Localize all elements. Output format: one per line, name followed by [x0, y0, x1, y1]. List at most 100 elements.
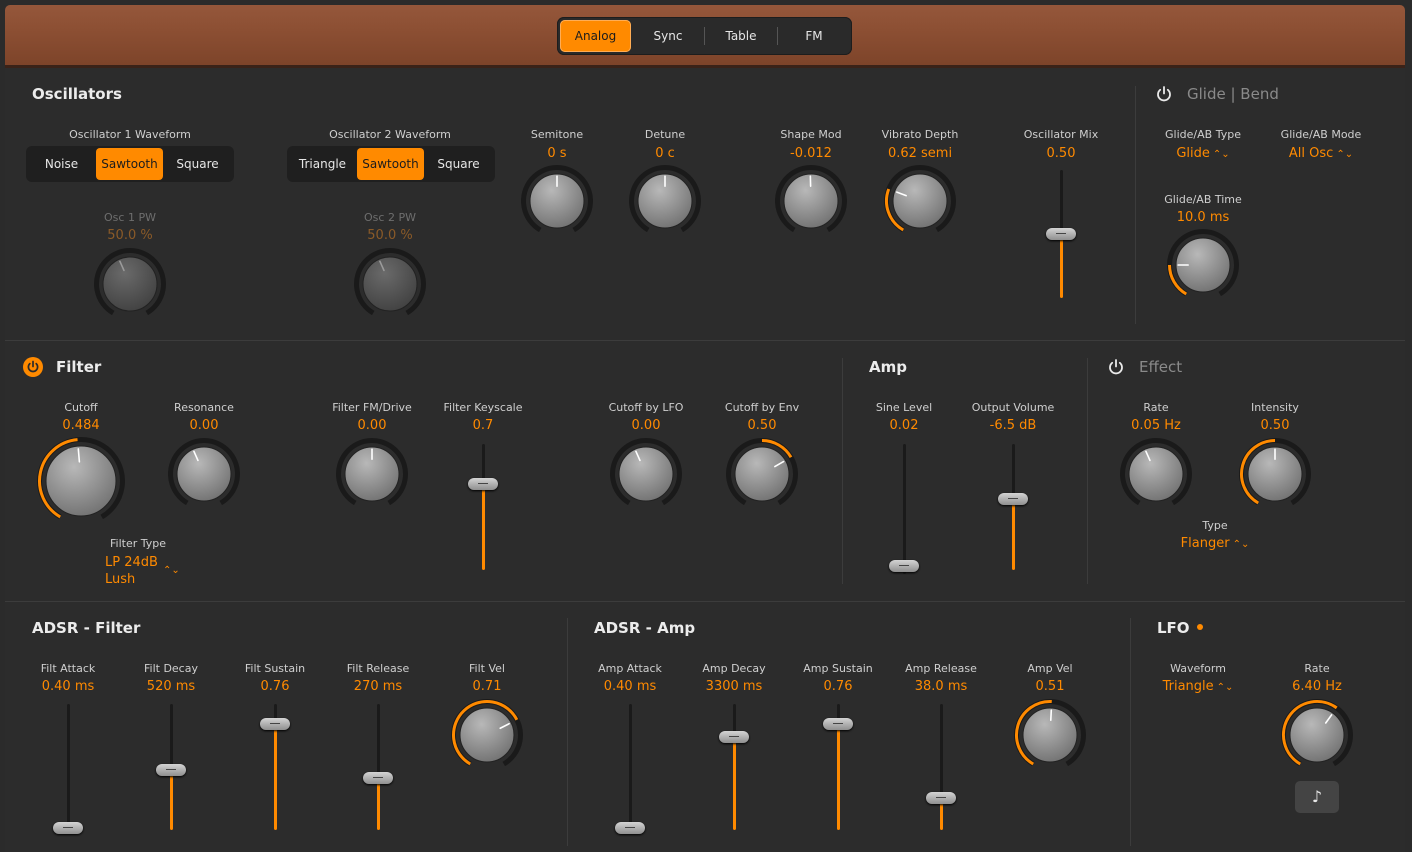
effect-type-select[interactable]: Flanger ⌃⌄ — [1181, 536, 1250, 551]
slider-thumb[interactable] — [998, 493, 1028, 506]
amp-attack-value: 0.40 ms — [603, 679, 657, 694]
osc2-pw-label: Osc 2 PW — [364, 211, 416, 224]
shape-mod-knob[interactable] — [773, 163, 849, 239]
osc2-pw-knob[interactable] — [352, 246, 428, 322]
cutoff-label: Cutoff — [64, 401, 98, 414]
detune-knob[interactable] — [627, 163, 703, 239]
lfo-title: LFO — [1157, 619, 1190, 637]
osc1-square-button[interactable]: Square — [164, 148, 231, 180]
up-down-chevron-icon: ⌃⌄ — [163, 565, 180, 576]
section-divider — [1135, 86, 1136, 324]
glide-type-select[interactable]: Glide ⌃⌄ — [1176, 146, 1229, 161]
osc2-waveform-selector: Triangle Sawtooth Square — [287, 146, 495, 182]
filt-release-slider[interactable] — [362, 704, 394, 830]
slider-thumb[interactable] — [889, 559, 919, 572]
tab-divider — [704, 27, 705, 45]
up-down-chevron-icon: ⌃⌄ — [1232, 539, 1250, 550]
adsr-filter-title: ADSR - Filter — [32, 619, 141, 637]
osc1-noise-button[interactable]: Noise — [28, 148, 95, 180]
up-down-chevron-icon: ⌃⌄ — [1336, 149, 1354, 160]
filt-vel-knob[interactable] — [449, 697, 525, 773]
vibrato-depth-knob[interactable] — [882, 163, 958, 239]
shape-mod-value: -0.012 — [790, 146, 832, 161]
slider-thumb[interactable] — [468, 478, 498, 491]
osc2-sawtooth-button[interactable]: Sawtooth — [357, 148, 424, 180]
intensity-label: Intensity — [1251, 401, 1299, 414]
cutoff-value: 0.484 — [62, 418, 100, 433]
amp-sustain-slider[interactable] — [822, 704, 854, 830]
slider-thumb[interactable] — [615, 822, 645, 834]
filter-keyscale-slider[interactable] — [467, 444, 499, 570]
cutoff-by-lfo-label: Cutoff by LFO — [608, 401, 684, 414]
osc1-waveform-label: Oscillator 1 Waveform — [69, 128, 191, 141]
glide-mode-select[interactable]: All Osc ⌃⌄ — [1289, 146, 1353, 161]
slider-thumb[interactable] — [156, 764, 186, 777]
amp-decay-slider[interactable] — [718, 704, 750, 830]
semitone-value: 0 s — [547, 146, 567, 161]
osc2-square-button[interactable]: Square — [425, 148, 492, 180]
filter-keyscale-label: Filter Keyscale — [443, 401, 523, 414]
filt-attack-value: 0.40 ms — [41, 679, 95, 694]
lfo-rate-knob[interactable] — [1279, 697, 1355, 773]
amp-attack-label: Amp Attack — [598, 662, 662, 675]
tab-fm[interactable]: FM — [779, 20, 849, 52]
amp-decay-label: Amp Decay — [702, 662, 766, 675]
effect-rate-knob[interactable] — [1118, 436, 1194, 512]
slider-thumb[interactable] — [260, 717, 290, 730]
filt-sustain-label: Filt Sustain — [244, 662, 306, 675]
slider-thumb[interactable] — [719, 731, 749, 744]
filt-sustain-slider[interactable] — [259, 704, 291, 830]
section-divider — [1087, 358, 1088, 584]
glide-power-icon[interactable] — [1154, 84, 1174, 104]
glide-time-value: 10.0 ms — [1176, 210, 1230, 225]
adsr-amp-title: ADSR - Amp — [594, 619, 696, 637]
osc1-sawtooth-button[interactable]: Sawtooth — [96, 148, 163, 180]
section-divider — [567, 618, 568, 846]
slider-thumb[interactable] — [363, 772, 393, 785]
cutoff-knob[interactable] — [35, 435, 127, 527]
amp-vel-value: 0.51 — [1035, 679, 1065, 694]
filter-fm-drive-knob[interactable] — [334, 436, 410, 512]
amp-title: Amp — [869, 358, 907, 376]
filt-attack-label: Filt Attack — [40, 662, 96, 675]
osc1-pw-knob[interactable] — [92, 246, 168, 322]
slider-thumb[interactable] — [53, 822, 83, 834]
effect-rate-label: Rate — [1143, 401, 1169, 414]
amp-attack-slider[interactable] — [614, 704, 646, 834]
amp-release-slider[interactable] — [925, 704, 957, 830]
slider-thumb[interactable] — [823, 717, 853, 730]
filt-attack-slider[interactable] — [52, 704, 84, 834]
osc2-triangle-button[interactable]: Triangle — [289, 148, 356, 180]
cutoff-by-env-knob[interactable] — [724, 436, 800, 512]
tab-divider — [777, 27, 778, 45]
filt-release-value: 270 ms — [353, 679, 403, 694]
sine-level-slider[interactable] — [888, 444, 920, 574]
filt-vel-label: Filt Vel — [469, 662, 505, 675]
amp-vel-knob[interactable] — [1012, 697, 1088, 773]
tab-table[interactable]: Table — [706, 20, 776, 52]
output-volume-label: Output Volume — [971, 401, 1055, 414]
semitone-knob[interactable] — [519, 163, 595, 239]
output-volume-slider[interactable] — [997, 444, 1029, 570]
filter-type-select[interactable]: LP 24dB Lush — [105, 554, 158, 588]
lfo-rate-label: Rate — [1304, 662, 1330, 675]
lfo-waveform-select[interactable]: Triangle ⌃⌄ — [1163, 679, 1234, 694]
lfo-active-indicator — [1197, 624, 1203, 630]
resonance-value: 0.00 — [189, 418, 219, 433]
cutoff-by-lfo-knob[interactable] — [608, 436, 684, 512]
slider-thumb[interactable] — [1046, 228, 1076, 240]
filt-decay-slider[interactable] — [155, 704, 187, 830]
oscillator-mix-slider[interactable] — [1045, 170, 1077, 298]
intensity-knob[interactable] — [1237, 436, 1313, 512]
resonance-knob[interactable] — [166, 436, 242, 512]
slider-thumb[interactable] — [926, 791, 956, 804]
tab-analog[interactable]: Analog — [560, 20, 631, 52]
tab-sync[interactable]: Sync — [633, 20, 703, 52]
cutoff-by-env-label: Cutoff by Env — [724, 401, 800, 414]
filter-fm-drive-value: 0.00 — [357, 418, 387, 433]
filter-power-icon[interactable] — [23, 357, 43, 377]
lfo-sync-button[interactable]: ♪ — [1295, 781, 1339, 813]
effect-power-icon[interactable] — [1106, 357, 1126, 377]
amp-decay-value: 3300 ms — [705, 679, 763, 694]
glide-time-knob[interactable] — [1165, 227, 1241, 303]
